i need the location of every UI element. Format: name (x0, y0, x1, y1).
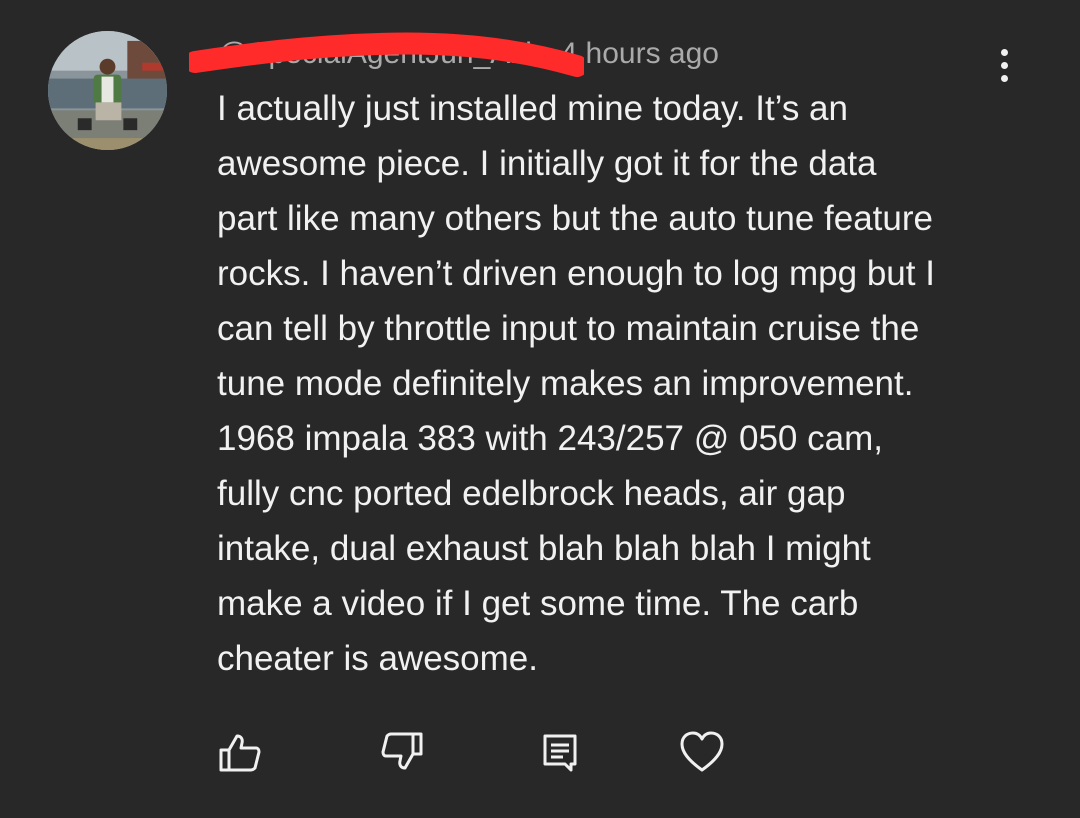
comment-text-line: intake, dual exhaust blah blah blah I mi… (217, 529, 871, 568)
comment-text-line: I actually just installed mine today. It… (217, 89, 848, 128)
comment-text-line: cheater is awesome. (217, 639, 538, 678)
comment-text-line: can tell by throttle input to maintain c… (217, 309, 920, 348)
avatar[interactable] (48, 31, 167, 150)
more-vertical-icon (1000, 48, 1008, 56)
heart-button[interactable] (672, 722, 732, 782)
comment-meta: @SpecialAgentJun_Aki • 4 hours ago (218, 34, 719, 74)
reply-button[interactable] (530, 722, 590, 782)
comment-text-line: awesome piece. I initially got it for th… (217, 144, 877, 183)
comment-text-line: 1968 impala 383 with 243/257 @ 050 cam, (217, 419, 883, 458)
thumbs-down-icon (381, 732, 423, 770)
thumbs-up-icon (219, 734, 261, 772)
meta-separator: • (541, 37, 553, 70)
dislike-button[interactable] (372, 722, 432, 782)
author-handle[interactable]: @SpecialAgentJun_Aki (218, 37, 532, 71)
like-button[interactable] (210, 722, 270, 782)
comment-card: @SpecialAgentJun_Aki • 4 hours ago I act… (0, 0, 1080, 818)
reply-comment-icon (543, 734, 577, 772)
comment-text-line: rocks. I haven’t driven enough to log mp… (217, 254, 935, 293)
heart-icon (680, 731, 724, 772)
comment-text-line: part like many others but the auto tune … (217, 199, 933, 238)
comment-text: I actually just installed mine today. It… (217, 81, 1017, 686)
comment-text-line: fully cnc ported edelbrock heads, air ga… (217, 474, 846, 513)
comment-text-line: make a video if I get some time. The car… (217, 584, 859, 623)
comment-text-line: tune mode definitely makes an improvemen… (217, 364, 914, 403)
comment-timestamp: 4 hours ago (560, 37, 719, 70)
avatar-photo (48, 31, 167, 150)
